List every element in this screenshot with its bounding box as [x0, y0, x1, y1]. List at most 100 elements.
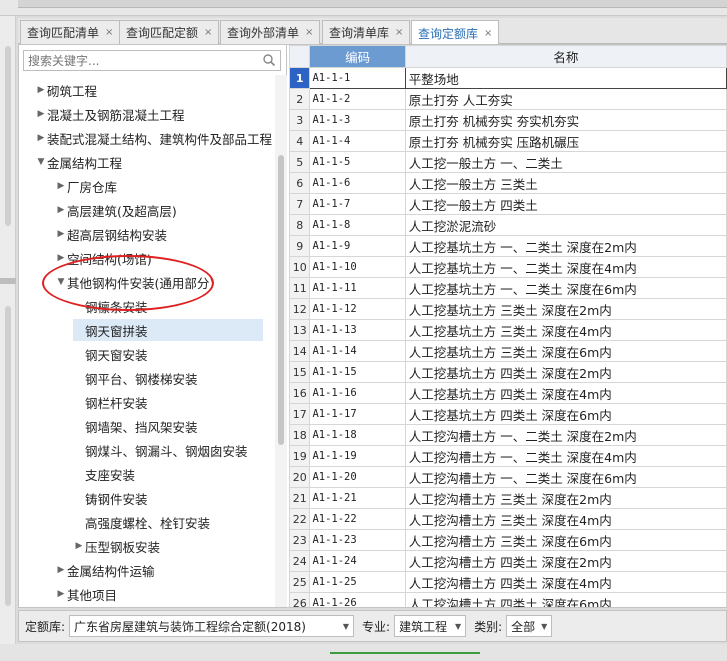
tree-node-purlin[interactable]: ▶钢檩条安装 — [73, 295, 148, 317]
library-select[interactable]: 广东省房屋建筑与装饰工程综合定额(2018) ▼ — [69, 615, 355, 637]
name-cell[interactable]: 人工挖一般土方 三类土 — [404, 172, 727, 194]
tree-node-support[interactable]: ▶支座安装 — [73, 463, 135, 485]
table-row[interactable]: 3 A1-1-3 原土打夯 机械夯实 夯实机夯实 — [289, 109, 727, 131]
tree-node-high-rise[interactable]: ▶ 高层建筑(及超高层) — [55, 199, 177, 221]
caret-down-icon[interactable]: ▼ — [55, 277, 67, 287]
row-number-cell[interactable]: 12 — [289, 298, 311, 320]
name-cell[interactable]: 人工挖一般土方 四类土 — [404, 193, 727, 215]
caret-right-icon[interactable]: ▶ — [35, 133, 47, 143]
table-row[interactable]: 2 A1-1-2 原土打夯 人工夯实 — [289, 88, 727, 110]
name-cell[interactable]: 人工挖沟槽土方 一、二类土 深度在4m内 — [404, 445, 727, 467]
caret-right-icon[interactable]: ▶ — [73, 541, 85, 551]
name-cell[interactable]: 人工挖基坑土方 四类土 深度在2m内 — [404, 361, 727, 383]
tree-node-cast-steel[interactable]: ▶铸钢件安装 — [73, 487, 148, 509]
code-cell[interactable]: A1-1-23 — [309, 529, 406, 551]
row-number-cell[interactable]: 17 — [289, 403, 311, 425]
table-row[interactable]: 23 A1-1-23 人工挖沟槽土方 三类土 深度在6m内 — [289, 529, 727, 551]
table-row[interactable]: 15 A1-1-15 人工挖基坑土方 四类土 深度在2m内 — [289, 361, 727, 383]
code-cell[interactable]: A1-1-17 — [309, 403, 406, 425]
search-box[interactable] — [23, 50, 281, 71]
table-row[interactable]: 7 A1-1-7 人工挖一般土方 四类土 — [289, 193, 727, 215]
caret-right-icon[interactable]: ▶ — [55, 205, 67, 215]
name-cell[interactable]: 人工挖基坑土方 四类土 深度在4m内 — [404, 382, 727, 404]
search-input[interactable] — [24, 51, 254, 70]
tree-node-masonry[interactable]: ▶ 砌筑工程 — [35, 79, 97, 101]
name-cell[interactable]: 人工挖基坑土方 三类土 深度在6m内 — [404, 340, 727, 362]
row-number-cell[interactable]: 21 — [289, 487, 311, 509]
tree-node-other-items[interactable]: ▶ 其他项目 — [55, 583, 117, 605]
table-row[interactable]: 21 A1-1-21 人工挖沟槽土方 三类土 深度在2m内 — [289, 487, 727, 509]
row-number-cell[interactable]: 16 — [289, 382, 311, 404]
tree-scrollbar[interactable] — [275, 75, 287, 607]
left-edge-scrollbar-top[interactable] — [5, 46, 11, 226]
code-cell[interactable]: A1-1-26 — [309, 592, 406, 607]
code-cell[interactable]: A1-1-6 — [309, 172, 406, 194]
row-number-cell[interactable]: 4 — [289, 130, 311, 152]
code-cell[interactable]: A1-1-13 — [309, 319, 406, 341]
grid-corner-cell[interactable] — [289, 45, 311, 68]
table-row[interactable]: 11 A1-1-11 人工挖基坑土方 一、二类土 深度在6m内 — [289, 277, 727, 299]
table-row[interactable]: 24 A1-1-24 人工挖沟槽土方 四类土 深度在2m内 — [289, 550, 727, 572]
name-cell[interactable]: 人工挖淤泥流砂 — [404, 214, 727, 236]
tree-scrollbar-thumb[interactable] — [278, 155, 284, 445]
table-row[interactable]: 9 A1-1-9 人工挖基坑土方 一、二类土 深度在2m内 — [289, 235, 727, 257]
table-row[interactable]: 19 A1-1-19 人工挖沟槽土方 一、二类土 深度在4m内 — [289, 445, 727, 467]
caret-right-icon[interactable]: ▶ — [35, 109, 47, 119]
table-row[interactable]: 26 A1-1-26 人工挖沟槽土方 四类土 深度在6m内 — [289, 592, 727, 607]
caret-right-icon[interactable]: ▶ — [55, 589, 67, 599]
table-row[interactable]: 20 A1-1-20 人工挖沟槽土方 一、二类土 深度在6m内 — [289, 466, 727, 488]
tab-query-external-list[interactable]: 查询外部清单 × — [220, 20, 321, 44]
row-number-cell[interactable]: 9 — [289, 235, 311, 257]
row-number-cell[interactable]: 8 — [289, 214, 311, 236]
category-select[interactable]: 全部 ▼ — [506, 615, 553, 637]
name-cell[interactable]: 人工挖沟槽土方 三类土 深度在2m内 — [404, 487, 727, 509]
close-icon[interactable]: × — [305, 27, 313, 38]
tree-node-skylight-assembly[interactable]: ▶钢天窗拼装 — [73, 319, 263, 341]
row-number-cell[interactable]: 26 — [289, 592, 311, 607]
code-cell[interactable]: A1-1-1 — [309, 67, 406, 89]
name-cell[interactable]: 人工挖一般土方 一、二类土 — [404, 151, 727, 173]
tree-node-warehouse[interactable]: ▶ 厂房仓库 — [55, 175, 117, 197]
top-scrollbar[interactable] — [18, 0, 727, 8]
caret-right-icon[interactable]: ▶ — [55, 181, 67, 191]
row-number-cell[interactable]: 20 — [289, 466, 311, 488]
tree-node-bolt-stud[interactable]: ▶高强度螺栓、栓钉安装 — [73, 511, 210, 533]
table-row[interactable]: 8 A1-1-8 人工挖淤泥流砂 — [289, 214, 727, 236]
row-number-cell[interactable]: 13 — [289, 319, 311, 341]
row-number-cell[interactable]: 15 — [289, 361, 311, 383]
tree-node-concrete[interactable]: ▶ 混凝土及钢筋混凝土工程 — [35, 103, 185, 125]
code-cell[interactable]: A1-1-25 — [309, 571, 406, 593]
name-cell[interactable]: 人工挖沟槽土方 一、二类土 深度在6m内 — [404, 466, 727, 488]
tab-query-match-list[interactable]: 查询匹配清单 × — [20, 20, 121, 44]
name-cell[interactable]: 原土打夯 机械夯实 压路机碾压 — [404, 130, 727, 152]
table-row[interactable]: 13 A1-1-13 人工挖基坑土方 三类土 深度在4m内 — [289, 319, 727, 341]
name-cell[interactable]: 人工挖基坑土方 四类土 深度在6m内 — [404, 403, 727, 425]
tree-node-platform-stair[interactable]: ▶钢平台、钢楼梯安装 — [73, 367, 198, 389]
name-cell[interactable]: 原土打夯 机械夯实 夯实机夯实 — [404, 109, 727, 131]
caret-right-icon[interactable]: ▶ — [55, 229, 67, 239]
code-cell[interactable]: A1-1-15 — [309, 361, 406, 383]
name-cell[interactable]: 人工挖沟槽土方 四类土 深度在4m内 — [404, 571, 727, 593]
code-cell[interactable]: A1-1-18 — [309, 424, 406, 446]
row-number-cell[interactable]: 7 — [289, 193, 311, 215]
tree-node-wall-frame[interactable]: ▶钢墙架、挡风架安装 — [73, 415, 198, 437]
column-header-name[interactable]: 名称 — [404, 45, 727, 68]
close-icon[interactable]: × — [395, 27, 403, 38]
row-number-cell[interactable]: 19 — [289, 445, 311, 467]
close-icon[interactable]: × — [204, 27, 212, 38]
row-number-cell[interactable]: 10 — [289, 256, 311, 278]
code-cell[interactable]: A1-1-14 — [309, 340, 406, 362]
row-number-cell[interactable]: 24 — [289, 550, 311, 572]
name-cell[interactable]: 人工挖基坑土方 三类土 深度在2m内 — [404, 298, 727, 320]
name-cell[interactable]: 原土打夯 人工夯实 — [404, 88, 727, 110]
name-cell[interactable]: 人工挖基坑土方 一、二类土 深度在4m内 — [404, 256, 727, 278]
name-cell[interactable]: 人工挖基坑土方 一、二类土 深度在6m内 — [404, 277, 727, 299]
code-cell[interactable]: A1-1-4 — [309, 130, 406, 152]
name-cell[interactable]: 人工挖沟槽土方 三类土 深度在4m内 — [404, 508, 727, 530]
code-cell[interactable]: A1-1-9 — [309, 235, 406, 257]
tree-node-railing[interactable]: ▶钢栏杆安装 — [73, 391, 148, 413]
row-number-cell[interactable]: 22 — [289, 508, 311, 530]
code-cell[interactable]: A1-1-7 — [309, 193, 406, 215]
name-cell[interactable]: 人工挖沟槽土方 四类土 深度在6m内 — [404, 592, 727, 607]
name-cell[interactable]: 人工挖沟槽土方 一、二类土 深度在2m内 — [404, 424, 727, 446]
